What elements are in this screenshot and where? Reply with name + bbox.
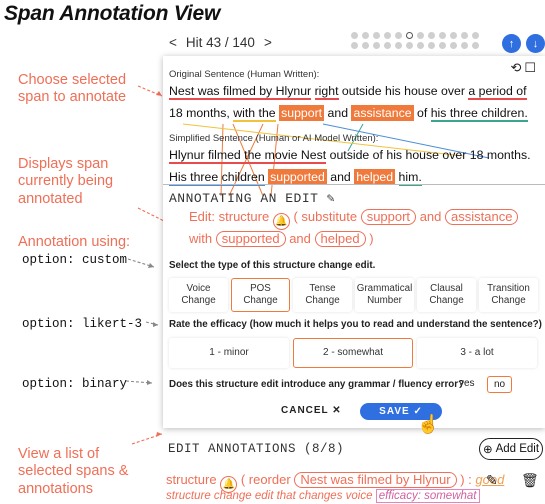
option-efficacy-a-lot[interactable]: 3 - a lot [417, 338, 537, 368]
scroll-down-button[interactable]: ↓ [526, 34, 545, 53]
pencil-icon: ✎ [326, 191, 336, 206]
progress-dot[interactable] [395, 32, 402, 39]
span-helped[interactable]: helped [354, 169, 396, 185]
delete-trash-icon[interactable]: 🗑 [521, 472, 539, 489]
hit-navigation: < Hit 43 / 140 > [166, 35, 275, 50]
edit-annotations-title: EDIT ANNOTATIONS (8/8) [168, 442, 345, 456]
add-edit-button[interactable]: ⊕ Add Edit [479, 438, 543, 460]
option-pos-change[interactable]: POS Change [231, 278, 290, 312]
plus-icon: ⊕ [482, 444, 493, 456]
page-title: Span Annotation View [4, 2, 221, 25]
option-voice-change[interactable]: Voice Change [169, 278, 228, 312]
annotation-option-custom: option: custom [22, 253, 128, 267]
progress-dot[interactable] [472, 32, 479, 39]
option-efficacy-somewhat[interactable]: 2 - somewhat [293, 338, 413, 368]
hit-counter: Hit 43 / 140 [185, 35, 255, 50]
annotation-using: Annotation using: [18, 234, 131, 250]
text-fragment: outside his house over [341, 84, 465, 98]
progress-dot[interactable] [417, 42, 424, 49]
source-span-pill: assistance [445, 209, 519, 225]
text-fragment: outside of his house over 18 months. [329, 148, 531, 162]
annotation-option-likert: option: likert-3 [22, 317, 143, 331]
span-simplified-1[interactable]: Hlynur filmed the movie Nest [169, 148, 327, 164]
progress-dot-current[interactable] [406, 32, 413, 39]
annotation-option-binary: option: binary [22, 377, 128, 391]
text-fragment: of [417, 106, 428, 120]
edit-list-item-detail: structure change edit that changes voice… [166, 489, 480, 503]
progress-dot[interactable] [450, 42, 457, 49]
progress-dot[interactable] [472, 42, 479, 49]
progress-dot[interactable] [439, 32, 446, 39]
refresh-icon[interactable]: ⟲ [510, 60, 524, 75]
simplified-label: Simplified Sentence (Human or AI Model W… [169, 133, 379, 144]
next-hit-button[interactable]: > [261, 35, 275, 50]
option-efficacy-minor[interactable]: 1 - minor [169, 338, 289, 368]
question-efficacy: Rate the efficacy (how much it helps you… [169, 319, 542, 330]
span-pill: Nest was filmed by Hlynur [294, 472, 457, 488]
span-original-children[interactable]: his three children. [430, 106, 528, 122]
progress-dot[interactable] [362, 42, 369, 49]
progress-dot[interactable] [450, 32, 457, 39]
target-span-pill: supported [215, 231, 286, 247]
progress-dot[interactable] [395, 42, 402, 49]
source-span-pill: support [360, 209, 417, 225]
progress-dot[interactable] [351, 32, 358, 39]
progress-dot[interactable] [417, 32, 424, 39]
efficacy-options: 1 - minor 2 - somewhat 3 - a lot [169, 338, 537, 368]
original-sentence: Nest was filmed by Hlynur right outside … [169, 80, 539, 124]
target-span-pill: helped [314, 231, 366, 247]
progress-dot[interactable] [461, 32, 468, 39]
span-supported[interactable]: supported [268, 169, 327, 185]
progress-dot[interactable] [439, 42, 446, 49]
text-fragment: and [327, 106, 349, 120]
simplified-sentence: Hlynur filmed the movie Nest outside of … [169, 144, 539, 188]
option-tense-change[interactable]: Tense Change [293, 278, 352, 312]
progress-dot[interactable] [373, 32, 380, 39]
span-assistance[interactable]: assistance [351, 105, 414, 121]
progress-dot[interactable] [384, 32, 391, 39]
bookmark-icon[interactable]: ☐ [524, 60, 539, 75]
option-no[interactable]: no [487, 376, 513, 393]
annotation-view-list: View a list of selected spans & annotati… [18, 446, 129, 497]
annotation-choose: Choose selected span to annotate [18, 72, 127, 106]
annotating-title: ANNOTATING AN EDIT ✎ [169, 191, 336, 206]
option-transition-change[interactable]: Transition Change [479, 278, 538, 312]
original-label: Original Sentence (Human Written): [169, 69, 320, 80]
progress-dot[interactable] [428, 42, 435, 49]
annotation-displays: Displays span currently being annotated [18, 156, 114, 207]
progress-dots [351, 32, 481, 49]
efficacy-badge: efficacy: somewhat [375, 489, 480, 503]
span-original-1[interactable]: Nest was filmed by Hlynur [169, 84, 312, 100]
edit-type-options: Voice Change POS Change Tense Change Gra… [169, 278, 538, 312]
span-support[interactable]: support [279, 105, 325, 121]
question-edit-type: Select the type of this structure change… [169, 260, 376, 271]
span-original-with[interactable]: with the [233, 106, 276, 122]
option-yes[interactable]: yes [453, 376, 481, 393]
progress-dot[interactable] [362, 32, 369, 39]
option-grammatical-number[interactable]: Grammatical Number [355, 278, 414, 312]
edit-pencil-icon[interactable]: ✎ [486, 472, 498, 489]
section-divider [163, 184, 545, 185]
question-grammar-error: Does this structure edit introduce any g… [169, 379, 465, 390]
current-edit: Edit: structure 🔔 ( substitute support a… [189, 208, 539, 248]
option-clausal-change[interactable]: Clausal Change [417, 278, 476, 312]
span-original-period[interactable]: a period of [468, 84, 527, 100]
progress-dot[interactable] [351, 42, 358, 49]
cancel-button[interactable]: CANCEL ✕ [281, 405, 342, 416]
progress-dot[interactable] [406, 42, 413, 49]
progress-dot[interactable] [373, 42, 380, 49]
bell-icon: 🔔 [272, 213, 290, 230]
scroll-up-button[interactable]: ↑ [502, 34, 521, 53]
card-tools: ⟲☐ [510, 60, 539, 76]
text-fragment: and [330, 170, 351, 184]
progress-dot[interactable] [384, 42, 391, 49]
annotation-card: ⟲☐ Original Sentence (Human Written): Ne… [163, 56, 545, 434]
text-fragment: 18 months, [169, 106, 230, 120]
progress-dot[interactable] [461, 42, 468, 49]
hand-cursor-icon: ☝ [417, 414, 440, 434]
span-original-right[interactable]: right [314, 84, 339, 100]
prev-hit-button[interactable]: < [166, 35, 180, 50]
progress-dot[interactable] [428, 32, 435, 39]
